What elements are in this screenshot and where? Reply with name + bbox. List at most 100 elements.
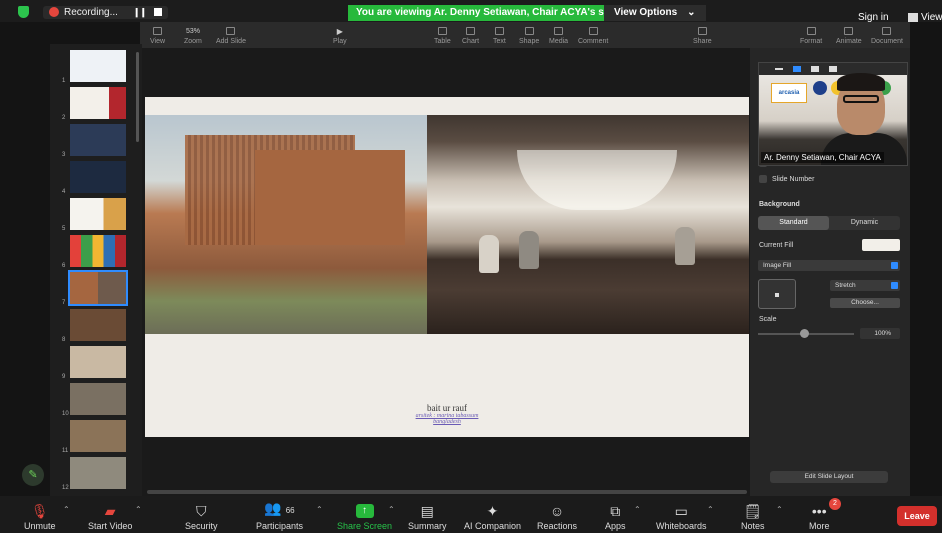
fill-type-value: Image Fill bbox=[763, 262, 792, 269]
view-options-button[interactable]: View Options ⌄ bbox=[604, 5, 706, 21]
strip-view-icon[interactable] bbox=[811, 66, 819, 72]
notes-options-chevron-icon[interactable]: ⌃ bbox=[776, 505, 783, 514]
chart-icon bbox=[466, 27, 476, 35]
annotate-pencil-icon[interactable]: ✎ bbox=[22, 464, 44, 486]
toolbar-animate[interactable]: Animate bbox=[836, 22, 862, 48]
toolbar-add-slide[interactable]: Add Slide bbox=[216, 22, 246, 48]
navigator-scrollbar[interactable] bbox=[136, 52, 139, 142]
video-options-chevron-icon[interactable]: ⌃ bbox=[135, 505, 142, 514]
edit-slide-layout-button[interactable]: Edit Slide Layout bbox=[770, 471, 888, 483]
slide-number-label: Slide Number bbox=[772, 176, 815, 183]
toolbar-share-label: Share bbox=[693, 38, 712, 45]
toolbar-zoom-label: Zoom bbox=[184, 38, 202, 45]
viewing-screen-banner: You are viewing Ar. Denny Setiawan, Chai… bbox=[348, 5, 639, 21]
toolbar-shape[interactable]: Shape bbox=[519, 22, 539, 48]
choose-image-button[interactable]: Choose... bbox=[830, 298, 900, 308]
toolbar-format[interactable]: Format bbox=[800, 22, 822, 48]
slide-thumbnail[interactable]: 10 bbox=[50, 383, 142, 417]
toolbar-play[interactable]: ▶ Play bbox=[333, 22, 347, 48]
document-icon bbox=[882, 27, 892, 35]
leave-meeting-button[interactable]: Leave bbox=[897, 506, 937, 526]
scale-slider-knob[interactable] bbox=[800, 329, 809, 338]
current-slide[interactable]: bait ur rauf arsitek : marina tabassum b… bbox=[145, 97, 749, 437]
whiteboards-options-chevron-icon[interactable]: ⌃ bbox=[707, 505, 714, 514]
scale-value-field[interactable]: 100% bbox=[860, 328, 900, 339]
speaker-view-icon[interactable] bbox=[793, 66, 801, 72]
slide-thumbnail[interactable]: 2 bbox=[50, 87, 142, 121]
share-options-chevron-icon[interactable]: ⌃ bbox=[388, 505, 395, 514]
standard-option[interactable]: Standard bbox=[758, 216, 829, 230]
participants-icon: 👥 66 bbox=[264, 500, 295, 516]
unmute-button[interactable]: 🎙 Unmute bbox=[24, 496, 56, 533]
toolbar-zoom[interactable]: 53% Zoom bbox=[184, 22, 202, 48]
slide-thumbnail[interactable]: 1 bbox=[50, 50, 142, 84]
minimize-icon[interactable] bbox=[775, 68, 783, 70]
notes-icon: 🗒 bbox=[743, 503, 762, 519]
canvas-horizontal-scrollbar[interactable] bbox=[147, 490, 747, 494]
select-chevron-icon bbox=[891, 282, 898, 289]
whiteboards-button[interactable]: ▭ Whiteboards bbox=[656, 496, 707, 533]
slide-thumbnail[interactable]: 8 bbox=[50, 309, 142, 343]
image-scaling-select[interactable]: Stretch bbox=[830, 280, 900, 291]
dynamic-option[interactable]: Dynamic bbox=[829, 216, 900, 230]
toolbar-text[interactable]: Text bbox=[493, 22, 506, 48]
slide-thumbnail[interactable]: 9 bbox=[50, 346, 142, 380]
slide-number: 9 bbox=[62, 374, 66, 380]
slide-preview bbox=[70, 309, 126, 341]
toolbar-share[interactable]: Share bbox=[693, 22, 712, 48]
arcasia-logo: arcasia bbox=[771, 83, 807, 103]
toolbar-view[interactable]: View bbox=[150, 22, 165, 48]
more-button[interactable]: ••• More bbox=[809, 496, 830, 533]
apps-button[interactable]: ⧉ Apps bbox=[605, 496, 626, 533]
gallery-view-icon[interactable] bbox=[829, 66, 837, 72]
image-scaling-value: Stretch bbox=[835, 282, 856, 289]
slide-number: 12 bbox=[62, 485, 69, 491]
background-image-well[interactable] bbox=[758, 279, 796, 309]
ai-companion-button[interactable]: ✦ AI Companion bbox=[464, 496, 521, 533]
recording-indicator[interactable]: Recording... ❙❙ bbox=[43, 5, 169, 19]
notes-button[interactable]: 🗒 Notes bbox=[741, 496, 765, 533]
slide-thumbnail[interactable]: 12 bbox=[50, 457, 142, 491]
slide-thumbnail[interactable]: 7 bbox=[50, 270, 142, 306]
participants-options-chevron-icon[interactable]: ⌃ bbox=[316, 505, 323, 514]
slide-thumbnail[interactable]: 6 bbox=[50, 235, 142, 269]
pause-recording-icon[interactable]: ❙❙ bbox=[133, 7, 147, 18]
background-type-segmented-control: Standard Dynamic bbox=[758, 216, 900, 230]
view-button[interactable]: View bbox=[908, 12, 942, 23]
slide-thumbnail[interactable]: 5 bbox=[50, 198, 142, 232]
reactions-button[interactable]: ☺ Reactions bbox=[537, 496, 577, 533]
summary-button[interactable]: ▤ Summary bbox=[408, 496, 447, 533]
fill-type-select[interactable]: Image Fill bbox=[758, 260, 900, 271]
slide-preview bbox=[70, 161, 126, 193]
brick-mosque-exterior-photo bbox=[145, 115, 427, 334]
scale-label: Scale bbox=[759, 316, 777, 323]
start-video-button[interactable]: ▰ Start Video bbox=[88, 496, 132, 533]
share-screen-button[interactable]: ↑ Share Screen bbox=[337, 496, 392, 533]
slide-number-checkbox[interactable] bbox=[759, 175, 767, 183]
toolbar-comment[interactable]: Comment bbox=[578, 22, 608, 48]
whiteboards-label: Whiteboards bbox=[656, 521, 707, 531]
slide-preview bbox=[70, 346, 126, 378]
toolbar-media[interactable]: Media bbox=[549, 22, 568, 48]
toolbar-table[interactable]: Table bbox=[434, 22, 451, 48]
slide-thumbnail[interactable]: 11 bbox=[50, 420, 142, 454]
text-icon bbox=[494, 27, 504, 35]
summary-label: Summary bbox=[408, 521, 447, 531]
whiteboard-icon: ▭ bbox=[674, 503, 688, 519]
current-fill-swatch[interactable] bbox=[862, 239, 900, 251]
stop-recording-icon[interactable] bbox=[154, 8, 163, 16]
animate-icon bbox=[844, 27, 854, 35]
slide-number: 10 bbox=[62, 411, 69, 417]
participant-count: 66 bbox=[285, 506, 295, 515]
slide-thumbnail[interactable]: 3 bbox=[50, 124, 142, 158]
toolbar-chart[interactable]: Chart bbox=[462, 22, 479, 48]
apps-options-chevron-icon[interactable]: ⌃ bbox=[634, 505, 641, 514]
participant-video-tile[interactable]: arcasia Ar. Denny Setiawan, Chair ACYA bbox=[758, 62, 908, 166]
audio-options-chevron-icon[interactable]: ⌃ bbox=[63, 505, 70, 514]
slide-preview bbox=[70, 235, 126, 267]
security-button[interactable]: ⛉ Security bbox=[185, 496, 218, 533]
toolbar-document[interactable]: Document bbox=[871, 22, 903, 48]
slide-thumbnail[interactable]: 4 bbox=[50, 161, 142, 195]
toolbar-animate-label: Animate bbox=[836, 38, 862, 45]
participants-button[interactable]: 👥 66 Participants bbox=[256, 496, 303, 533]
